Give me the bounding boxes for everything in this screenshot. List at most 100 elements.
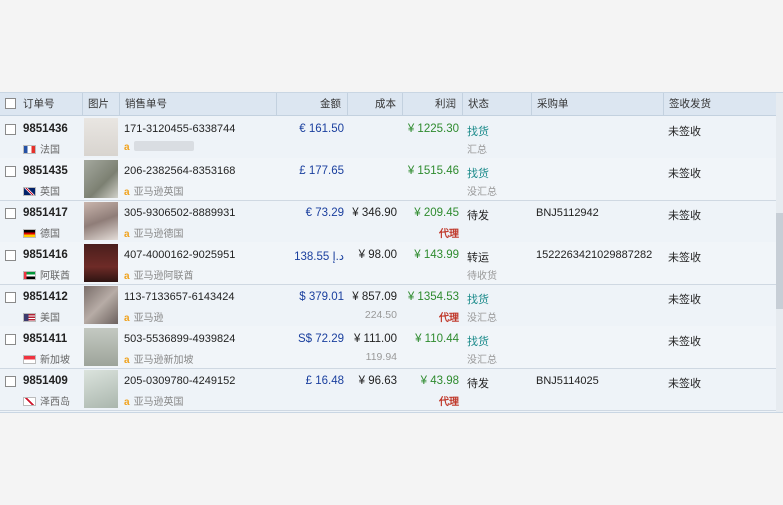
store-name: 亚马逊英国 (133, 187, 184, 198)
order-number[interactable]: 9851435 (23, 165, 68, 177)
flag-icon (23, 145, 36, 154)
profit: ¥ 1515.46 (407, 165, 459, 177)
country-name: 美国 (40, 313, 60, 324)
order-number[interactable]: 9851417 (23, 207, 68, 219)
status[interactable]: 找货 (467, 333, 489, 349)
purchase-order[interactable]: 1522263421029887282 (536, 249, 652, 261)
product-image[interactable] (84, 160, 118, 198)
header-sign[interactable]: 签收发货 (663, 93, 776, 115)
product-image[interactable] (84, 244, 118, 282)
row-checkbox[interactable] (5, 208, 16, 219)
table-row[interactable]: 9851436 法国 171-3120455-6338744 a € 161.50 ¥ 1… (0, 116, 776, 159)
store-name: 亚马逊 (133, 313, 164, 324)
row-checkbox[interactable] (5, 124, 16, 135)
row-checkbox[interactable] (5, 166, 16, 177)
order-number[interactable]: 9851436 (23, 123, 68, 135)
status: 转运 (467, 252, 489, 264)
status[interactable]: 找货 (467, 123, 489, 139)
sign-status: 未签收 (668, 294, 701, 306)
order-number[interactable]: 9851412 (23, 291, 68, 303)
profit: ¥ 110.44 (415, 333, 459, 345)
row-checkbox[interactable] (5, 334, 16, 345)
order-number[interactable]: 9851411 (23, 333, 67, 345)
store: a 亚马逊新加坡 (124, 351, 194, 366)
status[interactable]: 找货 (467, 165, 489, 181)
store: a (124, 141, 194, 153)
amazon-icon: a (124, 187, 130, 198)
header-image: 图片 (82, 93, 120, 115)
header-profit[interactable]: 利润 (402, 93, 462, 115)
country: 泽西岛 (23, 393, 70, 408)
sale-number[interactable]: 407-4000162-9025951 (124, 249, 235, 261)
status-secondary: 没汇总 (467, 355, 497, 366)
profit: ¥ 209.45 (414, 207, 459, 219)
select-all-checkbox[interactable] (5, 98, 16, 109)
flag-icon (23, 313, 36, 322)
product-image[interactable] (84, 118, 118, 156)
table-row[interactable]: 9851409 泽西岛 205-0309780-4249152 a 亚马逊英国 £ 16.… (0, 368, 776, 411)
store: a 亚马逊德国 (124, 225, 184, 240)
table-row[interactable]: 9851417 德国 305-9306502-8889931 a 亚马逊德国 € 73.2… (0, 200, 776, 243)
store-name: 亚马逊新加坡 (133, 355, 194, 366)
sale-number[interactable]: 503-5536899-4939824 (124, 333, 235, 345)
sign-status: 未签收 (668, 336, 701, 348)
table-row[interactable]: 9851416 阿联酋 407-4000162-9025951 a 亚马逊阿联酋 د.إ … (0, 242, 776, 285)
product-image[interactable] (84, 286, 118, 324)
header-amount[interactable]: 金额 (276, 93, 347, 115)
blurred-store (133, 141, 194, 151)
sale-number[interactable]: 171-3120455-6338744 (124, 123, 235, 135)
store: a 亚马逊英国 (124, 393, 184, 408)
table-row[interactable]: 9851435 英国 206-2382564-8353168 a 亚马逊英国 £ 177.… (0, 158, 776, 201)
country-name: 新加坡 (40, 355, 70, 366)
store: a 亚马逊英国 (124, 183, 184, 198)
profit: ¥ 1225.30 (407, 123, 459, 135)
table-row[interactable]: 9851411 新加坡 503-5536899-4939824 a 亚马逊新加坡 S$ 7… (0, 326, 776, 369)
cost: ¥ 98.00 (358, 249, 397, 261)
table-row[interactable]: 9851412 美国 113-7133657-6143424 a 亚马逊 $ 379.01… (0, 284, 776, 327)
agent-badge: 代理 (439, 397, 459, 408)
header-status[interactable]: 状态 (462, 93, 531, 115)
table-header: 订单号 图片 销售单号 金额 成本 利润 状态 采购单 签收发货 (0, 93, 776, 116)
header-order-no[interactable]: 订单号 (18, 93, 78, 115)
purchase-order[interactable]: BNJ5114025 (536, 375, 599, 387)
product-image[interactable] (84, 202, 118, 240)
status-secondary: 没汇总 (467, 313, 497, 324)
store: a 亚马逊阿联酋 (124, 267, 194, 282)
sale-number[interactable]: 205-0309780-4249152 (124, 375, 235, 387)
amazon-icon: a (124, 397, 130, 408)
amount: S$ 72.29 (297, 333, 344, 345)
country-name: 阿联酋 (40, 271, 70, 282)
order-number[interactable]: 9851409 (23, 375, 68, 387)
sale-number[interactable]: 305-9306502-8889931 (124, 207, 235, 219)
row-checkbox[interactable] (5, 292, 16, 303)
header-cost[interactable]: 成本 (347, 93, 402, 115)
country-name: 英国 (40, 187, 60, 198)
order-number[interactable]: 9851416 (23, 249, 68, 261)
cost-secondary: 119.94 (365, 351, 397, 363)
amount: د.إ 138.55 (294, 251, 344, 263)
flag-icon (23, 271, 36, 280)
cost-secondary: 224.50 (364, 309, 397, 321)
flag-icon (23, 355, 36, 364)
status-secondary: 没汇总 (467, 187, 497, 198)
store-name: 亚马逊阿联酋 (133, 271, 194, 282)
header-sale-no[interactable]: 销售单号 (119, 93, 276, 115)
row-checkbox[interactable] (5, 250, 16, 261)
country-name: 法国 (40, 145, 60, 156)
sale-number[interactable]: 206-2382564-8353168 (124, 165, 235, 177)
row-checkbox[interactable] (5, 376, 16, 387)
country: 美国 (23, 309, 60, 324)
vertical-scrollbar[interactable] (776, 93, 783, 412)
product-image[interactable] (84, 328, 118, 366)
sale-number[interactable]: 113-7133657-6143424 (124, 291, 235, 303)
flag-icon (23, 397, 36, 406)
status-secondary: 待收货 (467, 271, 497, 282)
amazon-icon: a (124, 313, 130, 324)
product-image[interactable] (84, 370, 118, 408)
purchase-order[interactable]: BNJ5112942 (536, 207, 599, 219)
status[interactable]: 找货 (467, 291, 489, 307)
status-secondary: 汇总 (467, 145, 487, 156)
scrollbar-thumb[interactable] (776, 213, 783, 309)
header-purchase[interactable]: 采购单 (531, 93, 663, 115)
sign-status: 未签收 (668, 168, 701, 180)
